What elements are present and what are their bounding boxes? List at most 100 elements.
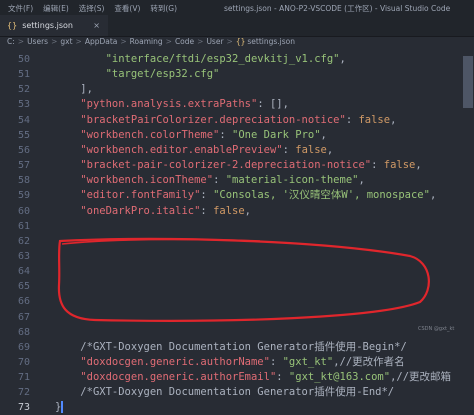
menu-edit[interactable]: 编辑(E) bbox=[43, 4, 69, 13]
code-token: ], bbox=[55, 83, 93, 96]
code-line[interactable]: 71 "doxdocgen.generic.authorEmail": "gxt… bbox=[0, 370, 460, 385]
breadcrumb-separator: > bbox=[75, 37, 82, 46]
tab-settings-json[interactable]: {} settings.json × bbox=[0, 15, 108, 36]
line-number: 50 bbox=[17, 54, 30, 65]
code-text: /*GXT-Doxygen Documentation Generator插件使… bbox=[55, 340, 407, 355]
code-line[interactable]: 60 "oneDarkPro.italic": false, bbox=[0, 204, 460, 219]
code-token: : bbox=[276, 371, 289, 384]
code-token: , bbox=[326, 143, 334, 156]
code-text: "workbench.colorTheme": "One Dark Pro", bbox=[55, 128, 327, 143]
code-token: false bbox=[358, 113, 391, 126]
code-text: "doxdocgen.generic.authorName": "gxt_kt"… bbox=[55, 355, 405, 370]
code-token: false bbox=[383, 159, 416, 172]
code-token: /*GXT-Doxygen Documentation Generator插件使… bbox=[80, 340, 407, 353]
code-line[interactable]: 57 "bracket-pair-colorizer-2.depreciatio… bbox=[0, 158, 460, 173]
code-token: : bbox=[345, 113, 359, 126]
breadcrumb-separator: > bbox=[197, 37, 204, 46]
code-line[interactable]: 61 bbox=[0, 219, 460, 234]
line-number: 68 bbox=[17, 326, 30, 338]
code-token: : bbox=[200, 189, 214, 202]
code-line[interactable]: 56 "workbench.editor.enablePreview": fal… bbox=[0, 143, 460, 158]
code-line[interactable]: 59 "editor.fontFamily": "Consolas, '汉仪晴空… bbox=[0, 188, 460, 203]
breadcrumb-item[interactable]: Roaming bbox=[130, 37, 163, 46]
breadcrumb-item[interactable]: Code bbox=[175, 37, 194, 46]
code-line[interactable]: 72 /*GXT-Doxygen Documentation Generator… bbox=[0, 385, 460, 400]
code-line[interactable]: 50 "interface/ftdi/esp32_devkitj_v1.cfg"… bbox=[0, 52, 460, 67]
code-line[interactable]: 62 bbox=[0, 234, 460, 249]
line-number: 66 bbox=[17, 296, 30, 308]
tab-bar: {} settings.json × bbox=[0, 15, 474, 37]
menu-go[interactable]: 转到(G) bbox=[150, 4, 177, 13]
tab-label: settings.json bbox=[22, 21, 73, 30]
code-token: "python.analysis.extraPaths" bbox=[80, 98, 258, 111]
close-icon[interactable]: × bbox=[93, 21, 100, 30]
code-line[interactable]: 68 bbox=[0, 325, 460, 340]
code-line[interactable]: 69 /*GXT-Doxygen Documentation Generator… bbox=[0, 340, 460, 355]
code-token: : bbox=[269, 356, 283, 368]
code-token: ,//更改作者名 bbox=[333, 356, 405, 368]
code-token: "editor.fontFamily" bbox=[80, 189, 201, 202]
code-line[interactable]: 64 bbox=[0, 264, 460, 279]
code-token: : [], bbox=[257, 98, 289, 111]
code-text: "workbench.iconTheme": "material-icon-th… bbox=[55, 173, 365, 188]
code-token: false bbox=[295, 143, 327, 156]
breadcrumb-separator: > bbox=[165, 37, 172, 46]
line-number: 51 bbox=[17, 69, 30, 81]
breadcrumb-item[interactable]: gxt bbox=[60, 37, 72, 46]
code-token: , bbox=[339, 53, 346, 65]
code-token: "workbench.colorTheme" bbox=[80, 128, 220, 141]
menu-view[interactable]: 查看(V) bbox=[114, 4, 140, 13]
code-token: , bbox=[358, 174, 365, 187]
menu-bar: 文件(F) 编辑(E) 选择(S) 查看(V) 转到(G) bbox=[8, 3, 187, 14]
code-line[interactable]: 55 "workbench.colorTheme": "One Dark Pro… bbox=[0, 128, 460, 143]
code-token: "One Dark Pro" bbox=[232, 128, 321, 141]
breadcrumb-separator: > bbox=[51, 37, 58, 46]
menu-selection[interactable]: 选择(S) bbox=[79, 4, 105, 13]
code-text: "target/esp32.cfg" bbox=[55, 67, 220, 82]
code-text: ], bbox=[55, 82, 93, 97]
code-line[interactable]: 51 "target/esp32.cfg" bbox=[0, 67, 460, 82]
code-token: : bbox=[200, 204, 214, 217]
code-line[interactable]: 65 bbox=[0, 279, 460, 294]
code-line[interactable]: 67 bbox=[0, 310, 460, 325]
code-text: "python.analysis.extraPaths": [], bbox=[55, 97, 289, 112]
breadcrumb-item[interactable]: Users bbox=[27, 37, 48, 46]
code-line[interactable]: 63 bbox=[0, 249, 460, 264]
code-token: "oneDarkPro.italic" bbox=[80, 204, 201, 217]
breadcrumb: C: > Users > gxt > AppData > Roaming > Code > User >{… bbox=[0, 37, 474, 49]
code-token: ,//更改邮箱 bbox=[390, 371, 452, 384]
watermark: CSDN @gxt_kt bbox=[418, 326, 455, 332]
text-cursor bbox=[61, 401, 64, 414]
code-line[interactable]: 52 ], bbox=[0, 82, 460, 97]
code-text: "workbench.editor.enablePreview": false, bbox=[55, 143, 333, 158]
code-line[interactable]: 73} bbox=[0, 400, 460, 415]
line-number: 56 bbox=[17, 144, 30, 156]
line-number: 63 bbox=[17, 250, 30, 262]
breadcrumb-file[interactable]: settings.json bbox=[247, 37, 295, 46]
breadcrumb-item[interactable]: C: bbox=[7, 37, 15, 46]
scrollbar-thumb[interactable] bbox=[463, 56, 473, 108]
code-editor[interactable]: 50 "interface/ftdi/esp32_devkitj_v1.cfg"… bbox=[0, 49, 474, 414]
json-file-icon: {} bbox=[7, 21, 18, 30]
menu-file[interactable]: 文件(F) bbox=[8, 4, 33, 13]
code-line[interactable]: 53 "python.analysis.extraPaths": [], bbox=[0, 97, 460, 112]
line-number: 60 bbox=[17, 205, 30, 217]
breadcrumb-item[interactable]: AppData bbox=[85, 37, 118, 46]
line-number: 59 bbox=[17, 190, 30, 202]
code-line[interactable]: 66 bbox=[0, 294, 460, 309]
code-token: , bbox=[429, 189, 437, 202]
code-line[interactable]: 70 "doxdocgen.generic.authorName": "gxt_… bbox=[0, 355, 460, 370]
breadcrumb-item[interactable]: User bbox=[206, 37, 223, 46]
code-line[interactable]: 54 "bracketPairColorizer.depreciation-no… bbox=[0, 113, 460, 128]
breadcrumb-separator: > bbox=[226, 37, 233, 46]
code-line[interactable]: 58 "workbench.iconTheme": "material-icon… bbox=[0, 173, 460, 188]
